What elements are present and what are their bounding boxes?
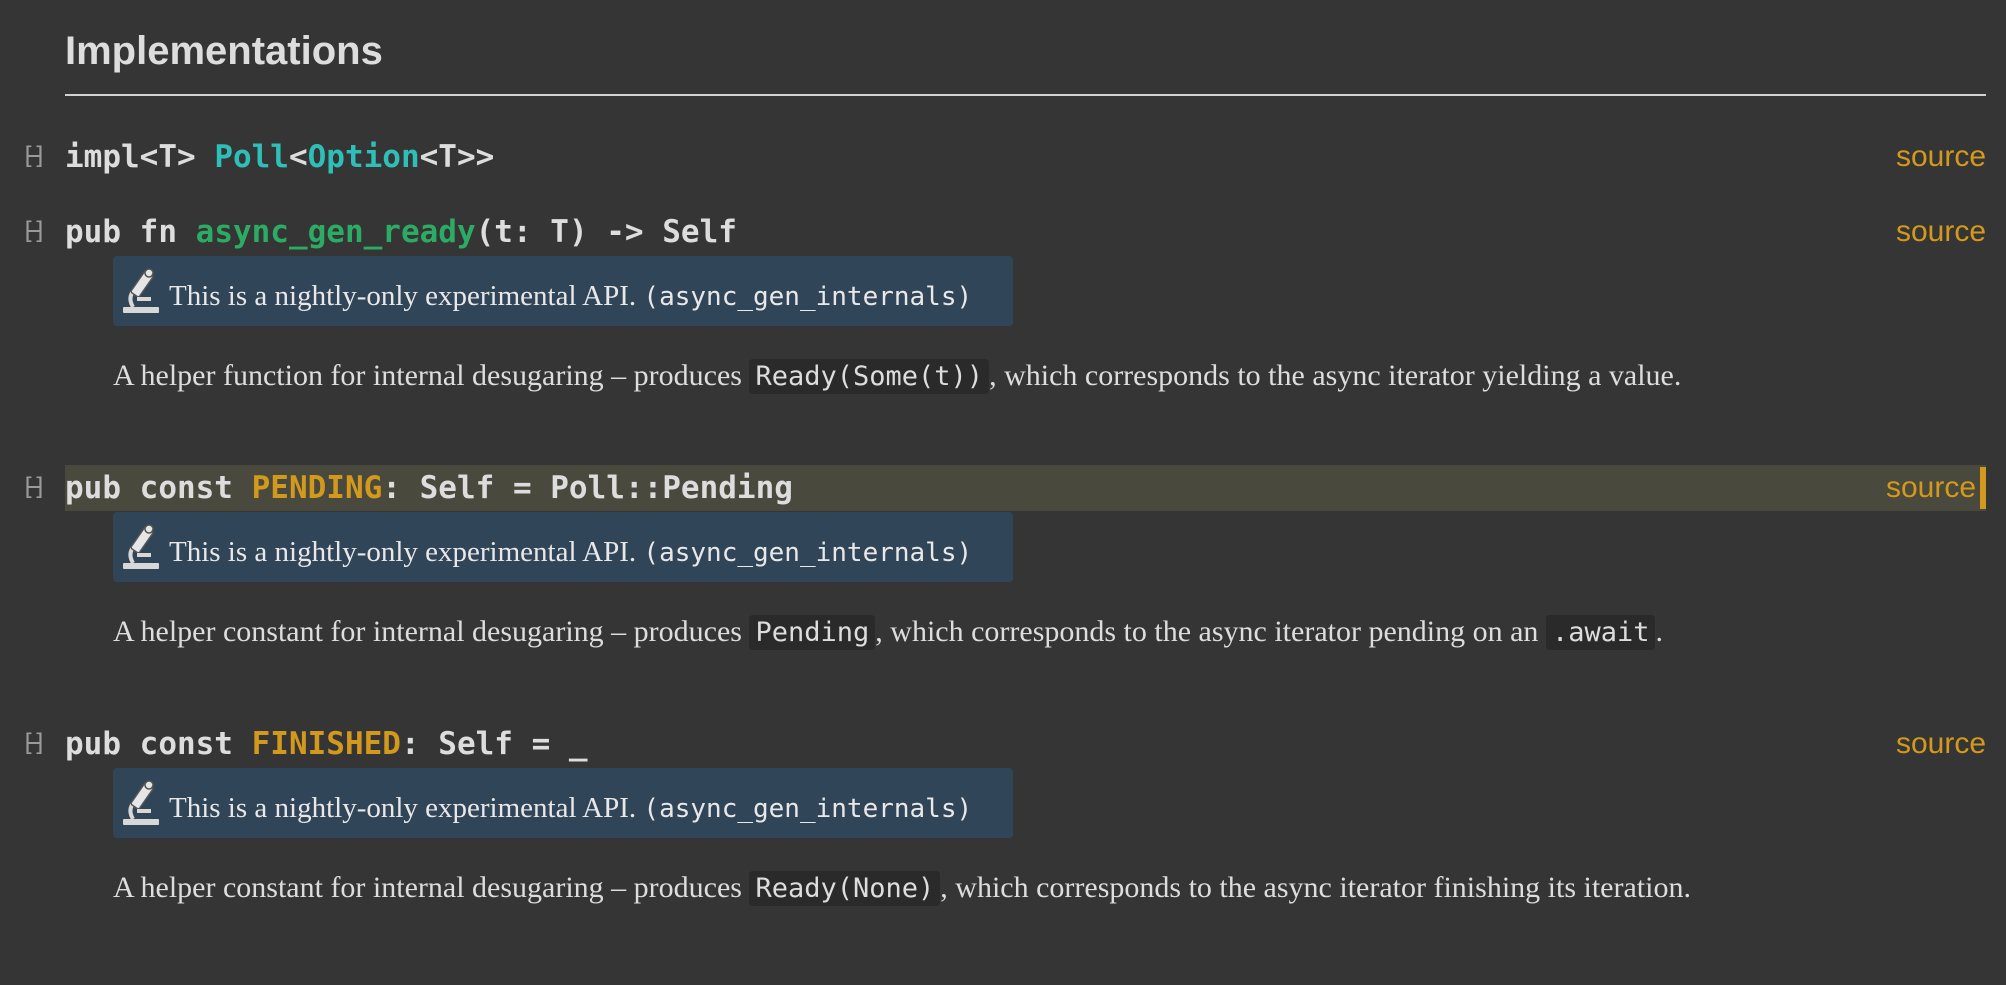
const-signature: pub const FINISHED: Self = _ <box>65 721 588 767</box>
const-doc: A helper constant for internal desugarin… <box>113 608 1993 657</box>
impl-signature: impl<T> Poll<Option<T>> <box>65 134 494 180</box>
fn-name-link[interactable]: async_gen_ready <box>196 214 476 250</box>
collapse-toggle-icon[interactable]: [] <box>21 218 47 244</box>
signature-keywords: pub fn <box>65 214 196 250</box>
method-signature: pub fn async_gen_ready(t: T) -> Self <box>65 209 737 255</box>
doc-text: A helper function for internal desugarin… <box>113 359 750 392</box>
collapse-toggle-icon[interactable]: [] <box>21 474 47 500</box>
stability-notice: This is a nightly-only experimental API.… <box>113 256 1013 326</box>
signature-params: (t: T) -> Self <box>475 214 737 250</box>
doc-text: , which corresponds to the async iterato… <box>989 359 1682 392</box>
feature-name: (async_gen_internals) <box>643 538 973 568</box>
signature-keywords: pub const <box>65 470 252 506</box>
doc-text: , which corresponds to the async iterato… <box>940 871 1691 904</box>
microscope-icon <box>123 524 159 569</box>
inline-code: .await <box>1545 615 1656 650</box>
section-title: Implementations <box>65 29 383 73</box>
stability-notice: This is a nightly-only experimental API.… <box>113 768 1013 838</box>
collapse-toggle-icon[interactable]: [] <box>21 143 47 169</box>
stability-notice: This is a nightly-only experimental API.… <box>113 512 1013 582</box>
microscope-icon <box>123 268 159 313</box>
highlight-marker <box>1980 467 1986 509</box>
type-link-option[interactable]: Option <box>308 139 420 175</box>
impl-row: [] impl<T> Poll<Option<T>> source <box>0 134 1986 180</box>
generic-open: < <box>288 139 308 175</box>
inline-code: Ready(None) <box>749 871 941 906</box>
microscope-icon <box>123 780 159 825</box>
signature-value: : Self = Poll::Pending <box>382 470 793 506</box>
collapse-toggle-icon[interactable]: [] <box>21 730 47 756</box>
generic-close: <T>> <box>419 139 495 175</box>
stability-text: This is a nightly-only experimental API.… <box>169 256 972 326</box>
section-header: Implementations <box>65 22 1986 96</box>
doc-text: A helper constant for internal desugarin… <box>113 615 750 648</box>
const-name-link[interactable]: PENDING <box>252 470 383 506</box>
stability-message: This is a nightly-only experimental API. <box>169 792 637 824</box>
doc-text: , which corresponds to the async iterato… <box>875 615 1546 648</box>
doc-text: . <box>1655 615 1663 648</box>
stability-text: This is a nightly-only experimental API.… <box>169 768 972 838</box>
stability-message: This is a nightly-only experimental API. <box>169 280 637 312</box>
const-row-finished: [] pub const FINISHED: Self = _ source <box>0 721 1986 767</box>
const-row-pending: [] pub const PENDING: Self = Poll::Pendi… <box>21 465 1986 511</box>
doc-text: A helper constant for internal desugarin… <box>113 871 750 904</box>
signature-keywords: pub const <box>65 726 252 762</box>
inline-code: Ready(Some(t)) <box>749 359 990 394</box>
feature-name: (async_gen_internals) <box>643 282 973 312</box>
signature-value: : Self = _ <box>400 726 588 762</box>
feature-name: (async_gen_internals) <box>643 794 973 824</box>
const-doc: A helper constant for internal desugarin… <box>113 864 1893 913</box>
stability-message: This is a nightly-only experimental API. <box>169 536 637 568</box>
source-link[interactable]: source <box>1896 209 1986 255</box>
source-link[interactable]: source <box>1886 465 1976 511</box>
source-link[interactable]: source <box>1896 721 1986 767</box>
stability-text: This is a nightly-only experimental API.… <box>169 512 972 582</box>
source-link[interactable]: source <box>1896 134 1986 180</box>
method-row-async-gen-ready: [] pub fn async_gen_ready(t: T) -> Self … <box>0 209 1986 255</box>
impl-keyword: impl<T> <box>65 139 215 175</box>
method-doc: A helper function for internal desugarin… <box>113 352 1993 401</box>
type-link-poll[interactable]: Poll <box>214 139 289 175</box>
const-signature: pub const PENDING: Self = Poll::Pending <box>65 465 793 511</box>
const-name-link[interactable]: FINISHED <box>252 726 401 762</box>
inline-code: Pending <box>749 615 876 650</box>
